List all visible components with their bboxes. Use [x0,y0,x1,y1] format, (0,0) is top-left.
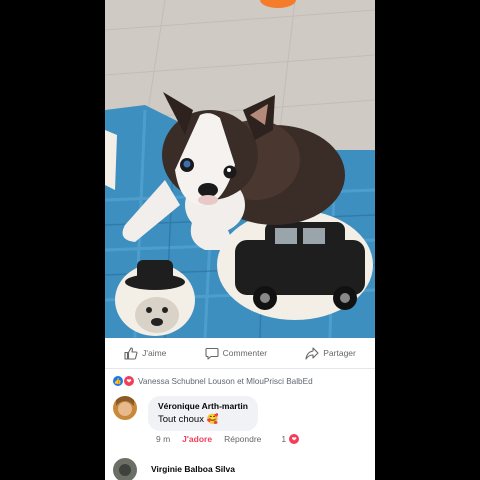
reaction-count-value: 1 [281,434,287,444]
comment-time: 9 m [156,434,171,444]
share-button-label: Partager [323,348,356,358]
avatar[interactable] [113,396,137,420]
comment-text: Tout choux 🥰 [158,414,219,425]
comment-button[interactable]: Commenter [205,347,267,360]
thumbs-up-icon [124,346,138,360]
like-button[interactable]: J'aime [124,346,167,360]
comment-bubble-icon [205,347,219,360]
share-arrow-icon [305,346,319,360]
comment-reaction-button[interactable]: J'adore [182,434,212,444]
dog-photo-image [105,0,375,338]
comment-author[interactable]: Virginie Balboa Silva [151,464,235,474]
love-reaction-icon: ❤ [123,375,135,387]
comment-bubble: Véronique Arth-martin Tout choux 🥰 [148,396,258,431]
comment-meta: 9 m J'adore Répondre 1 ❤ [156,433,301,445]
comment-reaction-count[interactable]: 1 ❤ [281,433,301,445]
comment-button-label: Commenter [222,348,268,358]
avatar[interactable] [113,458,137,480]
post-view: J'aime Commenter Partager 👍 ❤ Vanessa Sc… [105,0,375,480]
comment-author[interactable]: Véronique Arth-martin [158,401,248,411]
post-photo[interactable] [105,0,375,338]
post-action-bar: J'aime Commenter Partager [105,338,375,369]
love-reaction-icon: ❤ [288,433,301,445]
like-reaction-icon: 👍 [113,376,123,386]
reply-button[interactable]: Répondre [224,434,261,444]
reactions-text: Vanessa Schubnel Louson et MlouPrisci Ba… [138,376,313,386]
reactions-summary[interactable]: 👍 ❤ Vanessa Schubnel Louson et MlouPrisc… [113,375,313,387]
like-button-label: J'aime [142,348,167,358]
share-button[interactable]: Partager [305,346,356,360]
